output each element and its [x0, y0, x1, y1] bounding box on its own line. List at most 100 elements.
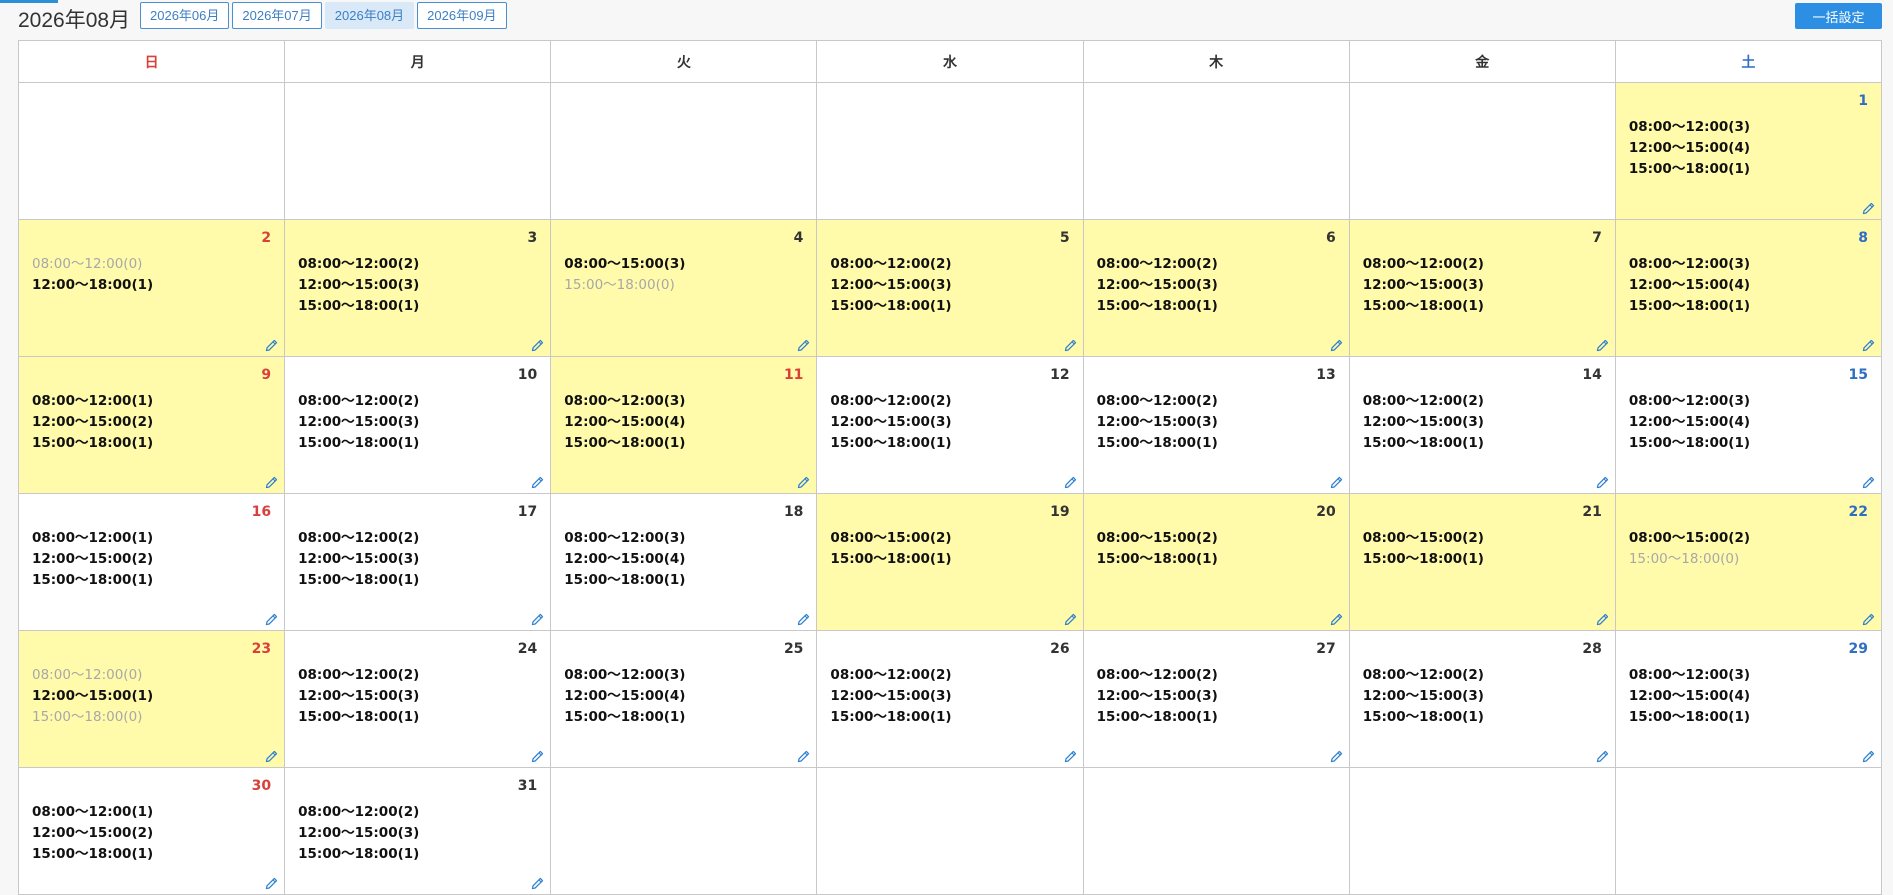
pencil-icon[interactable] — [797, 476, 810, 489]
pencil-icon[interactable] — [1330, 339, 1343, 352]
pencil-icon[interactable] — [531, 339, 544, 352]
time-slot-list: 08:00〜12:00(2) 12:00〜15:00(3) 15:00〜18:00(… — [298, 528, 419, 591]
pencil-icon[interactable] — [1330, 750, 1343, 763]
day-cell[interactable]: 9 08:00〜12:00(1) 12:00〜15:00(2) 15:00〜18:00… — [17, 356, 286, 494]
day-cell[interactable]: 11 08:00〜12:00(3) 12:00〜15:00(4) 15:00〜18:0… — [550, 356, 818, 494]
page-title: 2026年08月 — [18, 9, 131, 32]
time-slot-list: 08:00〜15:00(2) 15:00〜18:00(1) — [1363, 528, 1484, 570]
bulk-settings-button[interactable]: 一括設定 — [1795, 3, 1882, 29]
day-cell[interactable]: 13 08:00〜12:00(2) 12:00〜15:00(3) 15:00〜18:0… — [1082, 356, 1350, 494]
day-cell[interactable]: 10 08:00〜12:00(2) 12:00〜15:00(3) 15:00〜18:0… — [284, 356, 552, 494]
pencil-icon[interactable] — [1064, 476, 1077, 489]
day-cell[interactable]: 1 08:00〜12:00(3) 12:00〜15:00(4) 15:00〜18:00… — [1614, 82, 1883, 220]
pencil-icon[interactable] — [531, 877, 544, 890]
time-slot: 15:00〜18:00(1) — [1362, 435, 1484, 451]
day-number: 19 — [1050, 504, 1070, 520]
pencil-icon[interactable] — [531, 613, 544, 626]
day-cell[interactable]: 31 08:00〜12:00(2) 12:00〜15:00(3) 15:00〜18:0… — [284, 767, 552, 895]
pencil-icon[interactable] — [1862, 750, 1875, 763]
weekday-wednesday: 水 — [816, 40, 1084, 83]
tab-month-2026-06[interactable]: 2026年06月 — [140, 2, 230, 29]
day-cell[interactable]: 25 08:00〜12:00(3) 12:00〜15:00(4) 15:00〜18:0… — [550, 630, 818, 768]
day-cell[interactable]: 16 08:00〜12:00(1) 12:00〜15:00(2) 15:00〜18:0… — [17, 493, 286, 631]
pencil-icon[interactable] — [1064, 339, 1077, 352]
time-slot: 12:00〜15:00(3) — [1362, 277, 1484, 293]
pencil-icon[interactable] — [265, 476, 278, 489]
time-slot-list: 08:00〜12:00(2) 12:00〜15:00(3) 15:00〜18:00(… — [298, 391, 419, 454]
time-slot: 08:00〜12:00(2) — [298, 804, 420, 820]
day-cell[interactable]: 21 08:00〜15:00(2) 15:00〜18:00(1) — [1348, 493, 1616, 631]
month-calendar: 日 月 火 水 木 金 土 1 08:00〜12:00(3) 12:00〜15:00… — [17, 40, 1883, 895]
pencil-icon[interactable] — [1596, 750, 1609, 763]
pencil-icon[interactable] — [531, 476, 544, 489]
time-slot: 08:00〜12:00(2) — [1096, 393, 1218, 409]
pencil-icon[interactable] — [1330, 613, 1343, 626]
pencil-icon[interactable] — [265, 877, 278, 890]
pencil-icon[interactable] — [265, 613, 278, 626]
day-cell[interactable]: 20 08:00〜15:00(2) 15:00〜18:00(1) — [1082, 493, 1350, 631]
day-cell[interactable]: 28 08:00〜12:00(2) 12:00〜15:00(3) 15:00〜18:0… — [1348, 630, 1616, 768]
day-number: 29 — [1848, 641, 1868, 657]
time-slot: 12:00〜18:00(1) — [32, 277, 154, 293]
time-slot: 08:00〜12:00(3) — [1628, 393, 1751, 409]
time-slot-list: 08:00〜12:00(2) 12:00〜15:00(3) 15:00〜18:00(… — [1363, 254, 1484, 317]
day-cell[interactable]: 18 08:00〜12:00(3) 12:00〜15:00(4) 15:00〜18:0… — [550, 493, 818, 631]
time-slot-list: 08:00〜15:00(2) 15:00〜18:00(1) — [1097, 528, 1218, 570]
tab-month-2026-08[interactable]: 2026年08月 — [324, 2, 415, 29]
day-cell[interactable]: 4 08:00〜15:00(3) 15:00〜18:00(0) — [550, 219, 818, 357]
time-slot: 12:00〜15:00(2) — [32, 825, 154, 841]
calendar-week-row: 23 08:00〜12:00(0) 12:00〜15:00(1) 15:00〜18:0… — [17, 630, 1883, 768]
pencil-icon[interactable] — [797, 613, 810, 626]
pencil-icon[interactable] — [797, 339, 810, 352]
day-number: 24 — [517, 641, 538, 657]
day-cell[interactable]: 23 08:00〜12:00(0) 12:00〜15:00(1) 15:00〜18:0… — [17, 630, 286, 768]
time-slot: 15:00〜18:00(1) — [298, 572, 420, 588]
day-cell[interactable]: 15 08:00〜12:00(3) 12:00〜15:00(4) 15:00〜18:0… — [1614, 356, 1883, 494]
time-slot-list: 08:00〜12:00(1) 12:00〜15:00(2) 15:00〜18:00(… — [32, 802, 153, 865]
pencil-icon[interactable] — [1862, 339, 1875, 352]
day-cell[interactable]: 5 08:00〜12:00(2) 12:00〜15:00(3) 15:00〜18:00… — [816, 219, 1084, 357]
tab-month-2026-07[interactable]: 2026年07月 — [232, 2, 322, 29]
day-cell[interactable]: 3 08:00〜12:00(2) 12:00〜15:00(3) 15:00〜18:00… — [284, 219, 552, 357]
empty-day-cell — [284, 82, 552, 220]
day-cell[interactable]: 30 08:00〜12:00(1) 12:00〜15:00(2) 15:00〜18:0… — [17, 767, 286, 895]
pencil-icon[interactable] — [1596, 339, 1609, 352]
tab-month-2026-09[interactable]: 2026年09月 — [417, 2, 507, 29]
day-cell[interactable]: 26 08:00〜12:00(2) 12:00〜15:00(3) 15:00〜18:0… — [816, 630, 1084, 768]
pencil-icon[interactable] — [797, 750, 810, 763]
day-cell[interactable]: 12 08:00〜12:00(2) 12:00〜15:00(3) 15:00〜18:0… — [816, 356, 1084, 494]
pencil-icon[interactable] — [1064, 750, 1077, 763]
time-slot: 12:00〜15:00(1) — [32, 688, 154, 704]
time-slot: 15:00〜18:00(1) — [564, 572, 686, 588]
day-number: 4 — [793, 230, 804, 246]
pencil-icon[interactable] — [1862, 476, 1875, 489]
pencil-icon[interactable] — [265, 750, 278, 763]
day-cell[interactable]: 24 08:00〜12:00(2) 12:00〜15:00(3) 15:00〜18:0… — [284, 630, 552, 768]
pencil-icon[interactable] — [1064, 613, 1077, 626]
day-cell[interactable]: 8 08:00〜12:00(3) 12:00〜15:00(4) 15:00〜18:00… — [1614, 219, 1883, 357]
month-tabs: 2026年06月 2026年07月 2026年08月 2026年09月 — [140, 2, 507, 29]
pencil-icon[interactable] — [1596, 613, 1609, 626]
day-number: 20 — [1316, 504, 1336, 520]
pencil-icon[interactable] — [1862, 613, 1875, 626]
day-cell[interactable]: 6 08:00〜12:00(2) 12:00〜15:00(3) 15:00〜18:00… — [1082, 219, 1350, 357]
day-cell[interactable]: 14 08:00〜12:00(2) 12:00〜15:00(3) 15:00〜18:0… — [1348, 356, 1616, 494]
time-slot: 12:00〜15:00(3) — [830, 277, 952, 293]
pencil-icon[interactable] — [1330, 476, 1343, 489]
pencil-icon[interactable] — [1862, 202, 1875, 215]
time-slot: 12:00〜15:00(4) — [1628, 414, 1751, 430]
day-number: 3 — [527, 230, 538, 246]
day-cell[interactable]: 2 08:00〜12:00(0) 12:00〜18:00(1) — [17, 219, 286, 357]
day-cell[interactable]: 22 08:00〜15:00(2) 15:00〜18:00(0) — [1614, 493, 1883, 631]
day-cell[interactable]: 27 08:00〜12:00(2) 12:00〜15:00(3) 15:00〜18:0… — [1082, 630, 1350, 768]
day-cell[interactable]: 17 08:00〜12:00(2) 12:00〜15:00(3) 15:00〜18:0… — [284, 493, 552, 631]
time-slot-list: 08:00〜12:00(2) 12:00〜15:00(3) 15:00〜18:00(… — [1097, 391, 1218, 454]
pencil-icon[interactable] — [1596, 476, 1609, 489]
pencil-icon[interactable] — [265, 339, 278, 352]
day-cell[interactable]: 29 08:00〜12:00(3) 12:00〜15:00(4) 15:00〜18:0… — [1614, 630, 1883, 768]
pencil-icon[interactable] — [531, 750, 544, 763]
day-cell[interactable]: 19 08:00〜15:00(2) 15:00〜18:00(1) — [816, 493, 1084, 631]
time-slot: 15:00〜18:00(1) — [298, 435, 420, 451]
day-cell[interactable]: 7 08:00〜12:00(2) 12:00〜15:00(3) 15:00〜18:00… — [1348, 219, 1616, 357]
time-slot: 12:00〜15:00(3) — [1362, 688, 1484, 704]
